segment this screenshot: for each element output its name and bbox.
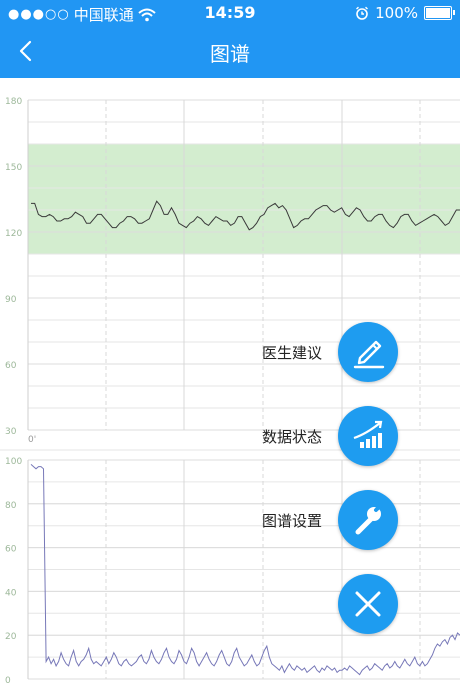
app-header: ●●●○○ 中国联通 14:59 100% 图谱 xyxy=(0,0,460,78)
menu-item-label[interactable]: 数据状态 xyxy=(262,426,322,447)
menu-item-chart-settings[interactable]: 图谱设置 xyxy=(138,490,398,550)
menu-item-data-status[interactable]: 数据状态 xyxy=(138,406,398,466)
fab-menu: 医生建议 数据状态 图谱设置 xyxy=(0,78,460,690)
menu-close[interactable] xyxy=(138,574,398,634)
menu-item-label[interactable]: 图谱设置 xyxy=(262,510,322,531)
doctor-advice-button[interactable] xyxy=(338,322,398,382)
status-bar-right: 100% xyxy=(355,4,455,22)
battery-icon xyxy=(424,6,455,20)
page-title: 图谱 xyxy=(210,42,250,66)
menu-item-label[interactable]: 医生建议 xyxy=(262,342,322,363)
data-status-button[interactable] xyxy=(338,406,398,466)
close-menu-button[interactable] xyxy=(338,574,398,634)
menu-item-doctor-advice[interactable]: 医生建议 xyxy=(138,322,398,382)
chart-up-icon xyxy=(353,420,383,448)
wrench-icon xyxy=(355,503,383,535)
close-icon xyxy=(355,591,381,617)
chart-settings-button[interactable] xyxy=(338,490,398,550)
alarm-icon xyxy=(356,6,369,20)
battery-percent: 100% xyxy=(375,4,418,22)
pencil-icon xyxy=(353,340,385,369)
